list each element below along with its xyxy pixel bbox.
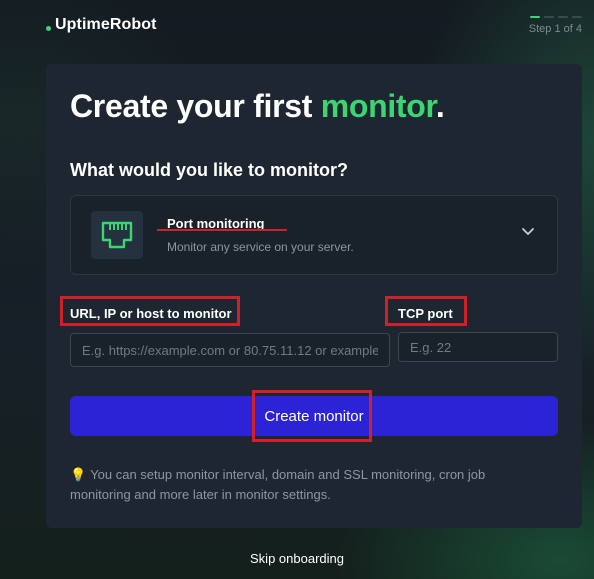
onboarding-progress: Step 1 of 4 [529, 16, 582, 35]
logo-dot-icon [46, 26, 51, 31]
annotation-box-create-button [252, 390, 372, 442]
title-accent: monitor [320, 88, 437, 124]
step-bar-2 [544, 16, 554, 18]
monitor-type-dropdown[interactable]: Port monitoring Monitor any service on y… [70, 195, 558, 275]
step-bar-3 [558, 16, 568, 18]
url-input[interactable] [70, 333, 390, 367]
monitor-type-description: Monitor any service on your server. [167, 240, 354, 254]
step-indicator [530, 16, 582, 18]
tip-text: You can setup monitor interval, domain a… [70, 467, 486, 502]
title-prefix: Create your first [70, 88, 313, 124]
create-monitor-card: Create your first monitor. What would yo… [46, 64, 582, 528]
title-suffix: . [435, 88, 445, 124]
uptimerobot-logo: UptimeRobot [46, 16, 157, 34]
monitor-type-question: What would you like to monitor? [70, 160, 348, 180]
app-name: UptimeRobot [55, 16, 157, 33]
annotation-underline [157, 229, 287, 231]
lightbulb-icon: 💡 [70, 467, 87, 482]
chevron-down-icon [521, 224, 535, 242]
page-title: Create your first monitor. [70, 88, 445, 125]
step-bar-4 [572, 16, 582, 18]
port-field-label: TCP port [398, 306, 453, 321]
skip-onboarding-link[interactable]: Skip onboarding [0, 551, 594, 566]
settings-tip: 💡 You can setup monitor interval, domain … [70, 465, 540, 505]
ethernet-port-icon [91, 211, 143, 259]
step-label: Step 1 of 4 [528, 23, 582, 35]
url-field-label: URL, IP or host to monitor [70, 306, 232, 321]
tcp-port-input[interactable] [398, 332, 558, 362]
step-bar-1 [530, 16, 540, 18]
